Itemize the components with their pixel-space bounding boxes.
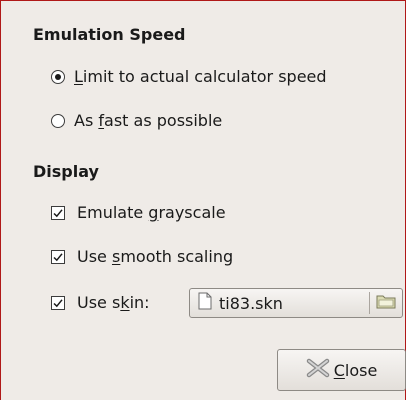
checkbox-checked-icon <box>51 250 65 264</box>
use-skin-checkbox[interactable]: Use skin: <box>51 293 150 313</box>
radio-unselected-icon <box>51 114 65 128</box>
close-button[interactable]: Close <box>277 349 406 391</box>
checkbox-checked-icon <box>51 206 65 220</box>
checkbox-checked-icon <box>51 296 65 310</box>
limit-speed-label: Limit to actual calculator speed <box>74 67 327 86</box>
fast-speed-label: As fast as possible <box>74 111 223 130</box>
preferences-dialog: Emulation Speed Limit to actual calculat… <box>0 0 406 400</box>
emulate-grayscale-label: Emulate grayscale <box>77 203 226 222</box>
use-skin-label: Use skin: <box>77 293 150 312</box>
display-heading: Display <box>33 162 99 181</box>
skin-file-name: ti83.skn <box>219 293 283 313</box>
emulation-speed-heading: Emulation Speed <box>33 25 186 44</box>
document-icon <box>198 292 212 314</box>
close-x-icon <box>306 358 330 382</box>
radio-selected-icon <box>51 70 65 84</box>
separator <box>369 292 370 314</box>
emulate-grayscale-checkbox[interactable]: Emulate grayscale <box>51 203 226 223</box>
smooth-scaling-label: Use smooth scaling <box>77 247 234 266</box>
limit-speed-radio[interactable]: Limit to actual calculator speed <box>51 67 327 87</box>
folder-icon <box>376 293 396 313</box>
skin-file-chooser-button[interactable]: ti83.skn <box>189 288 403 318</box>
smooth-scaling-checkbox[interactable]: Use smooth scaling <box>51 247 233 267</box>
fast-speed-radio[interactable]: As fast as possible <box>51 111 222 131</box>
close-button-label: Close <box>333 360 378 380</box>
